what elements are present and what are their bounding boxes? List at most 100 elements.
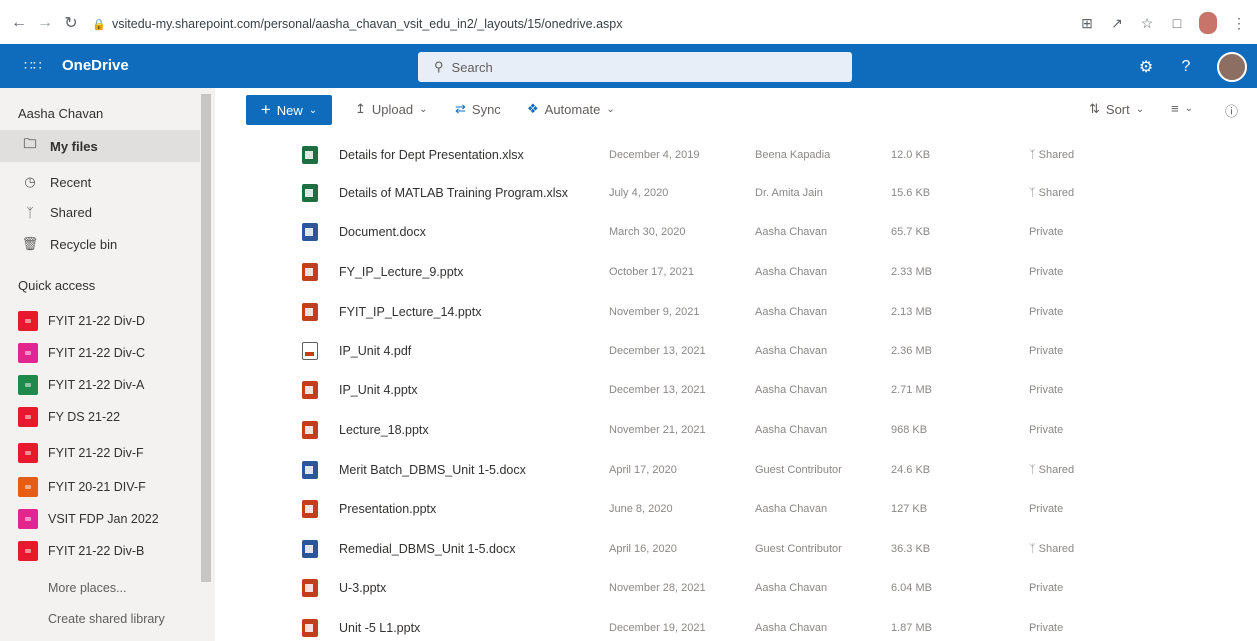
modified-by: Guest Contributor: [755, 464, 842, 476]
lock-icon: 🔒: [92, 19, 106, 31]
view-options-button[interactable]: ≡ ⌄: [1171, 101, 1193, 116]
table-row[interactable]: IP_Unit 4.pdf December 13, 2021 Aasha Ch…: [231, 332, 1257, 370]
sidebar-scrollbar[interactable]: [201, 94, 211, 582]
file-name[interactable]: FYIT_IP_Lecture_14.pptx: [339, 305, 481, 319]
sharing-label: Shared: [1038, 543, 1075, 555]
file-name[interactable]: IP_Unit 4.pptx: [339, 383, 418, 397]
shared-icon: ᛉ: [1029, 187, 1039, 199]
avatar[interactable]: [1217, 52, 1247, 82]
quick-access-label: FYIT 21-22 Div-D: [48, 314, 146, 328]
search-input[interactable]: ⚲ Search: [418, 52, 852, 82]
quick-access-item[interactable]: VSIT FDP Jan 2022: [18, 504, 159, 534]
quick-access-item[interactable]: FY DS 21-22: [18, 402, 120, 432]
table-row[interactable]: FYIT_IP_Lecture_14.pptx November 9, 2021…: [231, 293, 1257, 331]
upload-button[interactable]: ↥ Upload ⌄: [355, 101, 428, 117]
file-name[interactable]: Lecture_18.pptx: [339, 423, 429, 437]
gear-icon[interactable]: ⚙: [1137, 57, 1155, 77]
quick-access-label: VSIT FDP Jan 2022: [48, 512, 159, 526]
sharing-status: Private: [1029, 306, 1064, 318]
file-size: 15.6 KB: [891, 187, 931, 199]
address-bar[interactable]: 🔒 vsitedu-my.sharepoint.com/personal/aas…: [92, 10, 1072, 38]
url-text: vsitedu-my.sharepoint.com/personal/aasha…: [112, 17, 623, 31]
table-row[interactable]: Unit -5 L1.pptx December 19, 2021 Aasha …: [231, 609, 1257, 641]
share-icon[interactable]: ↗: [1109, 15, 1125, 32]
sidebar-item-shared[interactable]: ᛉ Shared: [0, 196, 200, 228]
modified-by: Aasha Chavan: [755, 622, 828, 634]
install-icon[interactable]: ⊞: [1079, 15, 1095, 32]
automate-icon: ❖: [527, 101, 539, 116]
table-row[interactable]: Lecture_18.pptx November 21, 2021 Aasha …: [231, 411, 1257, 449]
sidebar-item-label: Recent: [50, 174, 92, 190]
quick-access-item[interactable]: FYIT 21-22 Div-A: [18, 370, 144, 400]
modified-by: Guest Contributor: [755, 543, 842, 555]
star-icon[interactable]: ☆: [1139, 15, 1155, 32]
info-button[interactable]: ⓘ: [1225, 101, 1238, 120]
header-actions: ⚙ ?: [1137, 52, 1247, 82]
quick-access-label: FYIT 21-22 Div-A: [48, 378, 145, 392]
table-row[interactable]: Details of MATLAB Training Program.xlsx …: [231, 174, 1257, 212]
file-name[interactable]: Details for Dept Presentation.xlsx: [339, 148, 524, 162]
modified-by: Aasha Chavan: [755, 582, 828, 594]
sidebar-item-my-files[interactable]: 🗀 My files: [0, 130, 200, 162]
word-file-icon: [302, 461, 318, 479]
quick-access-item[interactable]: FYIT 20-21 DIV-F: [18, 472, 146, 502]
table-row[interactable]: IP_Unit 4.pptx December 13, 2021 Aasha C…: [231, 371, 1257, 409]
app-name[interactable]: OneDrive: [62, 57, 129, 74]
sidebar-item-label: My files: [50, 138, 98, 154]
file-name[interactable]: Unit -5 L1.pptx: [339, 621, 420, 635]
sharing-status: Private: [1029, 424, 1064, 436]
library-icon: [18, 407, 38, 427]
sharing-status: Private: [1029, 226, 1064, 238]
modified-date: December 13, 2021: [609, 345, 706, 357]
table-row[interactable]: Merit Batch_DBMS_Unit 1-5.docx April 17,…: [231, 451, 1257, 489]
create-shared-library-link[interactable]: Create shared library: [48, 612, 165, 626]
sort-button[interactable]: ⇅ Sort ⌄: [1089, 101, 1144, 117]
table-row[interactable]: Presentation.pptx June 8, 2020 Aasha Cha…: [231, 490, 1257, 528]
sidebar-item-recycle-bin[interactable]: 🗑 Recycle bin: [0, 228, 200, 260]
help-icon[interactable]: ?: [1177, 58, 1195, 76]
chevron-down-icon: ⌄: [1135, 103, 1145, 115]
quick-access-item[interactable]: FYIT 21-22 Div-D: [18, 306, 145, 336]
file-name[interactable]: FY_IP_Lecture_9.pptx: [339, 265, 463, 279]
forward-icon[interactable]: →: [34, 12, 56, 34]
upload-label: Upload: [371, 101, 414, 117]
file-name[interactable]: Document.docx: [339, 225, 426, 239]
quick-access-item[interactable]: FYIT 21-22 Div-C: [18, 338, 145, 368]
file-name[interactable]: IP_Unit 4.pdf: [339, 344, 411, 358]
file-size: 24.6 KB: [891, 464, 931, 476]
recycle-bin-icon: 🗑: [21, 236, 39, 251]
file-name[interactable]: U-3.pptx: [339, 581, 386, 595]
automate-button[interactable]: ❖ Automate ⌄: [527, 101, 615, 117]
file-name[interactable]: Merit Batch_DBMS_Unit 1-5.docx: [339, 463, 526, 477]
file-name[interactable]: Remedial_DBMS_Unit 1-5.docx: [339, 542, 515, 556]
powerpoint-file-icon: [302, 421, 318, 439]
file-name[interactable]: Details of MATLAB Training Program.xlsx: [339, 186, 568, 200]
modified-date: July 4, 2020: [609, 187, 669, 199]
quick-access-label: FY DS 21-22: [48, 410, 121, 424]
library-icon: [18, 509, 38, 529]
new-button-label: New: [276, 102, 303, 118]
table-row[interactable]: Details for Dept Presentation.xlsx Decem…: [231, 136, 1257, 174]
back-icon[interactable]: ←: [8, 12, 30, 34]
tab-icon[interactable]: □: [1169, 15, 1185, 31]
modified-by: Aasha Chavan: [755, 384, 828, 396]
automate-label: Automate: [544, 101, 601, 117]
table-row[interactable]: FY_IP_Lecture_9.pptx October 17, 2021 Aa…: [231, 253, 1257, 291]
table-row[interactable]: U-3.pptx November 28, 2021 Aasha Chavan …: [231, 569, 1257, 607]
excel-file-icon: [302, 184, 318, 202]
modified-by: Aasha Chavan: [755, 345, 828, 357]
file-name[interactable]: Presentation.pptx: [339, 502, 436, 516]
menu-icon[interactable]: ⋮: [1231, 15, 1247, 32]
quick-access-item[interactable]: FYIT 21-22 Div-F: [18, 438, 144, 468]
sidebar-item-recent[interactable]: ◷ Recent: [0, 166, 200, 198]
reload-icon[interactable]: ↻: [60, 12, 82, 34]
profile-icon[interactable]: [1199, 12, 1217, 34]
table-row[interactable]: Remedial_DBMS_Unit 1-5.docx April 16, 20…: [231, 530, 1257, 568]
app-launcher-icon[interactable]: ∷∷: [24, 56, 42, 74]
new-button[interactable]: + New ⌄: [246, 95, 332, 125]
more-places-link[interactable]: More places...: [48, 581, 127, 595]
word-file-icon: [302, 223, 318, 241]
sync-button[interactable]: ⇄ Sync: [455, 101, 501, 117]
quick-access-item[interactable]: FYIT 21-22 Div-B: [18, 536, 144, 566]
table-row[interactable]: Document.docx March 30, 2020 Aasha Chava…: [231, 213, 1257, 251]
